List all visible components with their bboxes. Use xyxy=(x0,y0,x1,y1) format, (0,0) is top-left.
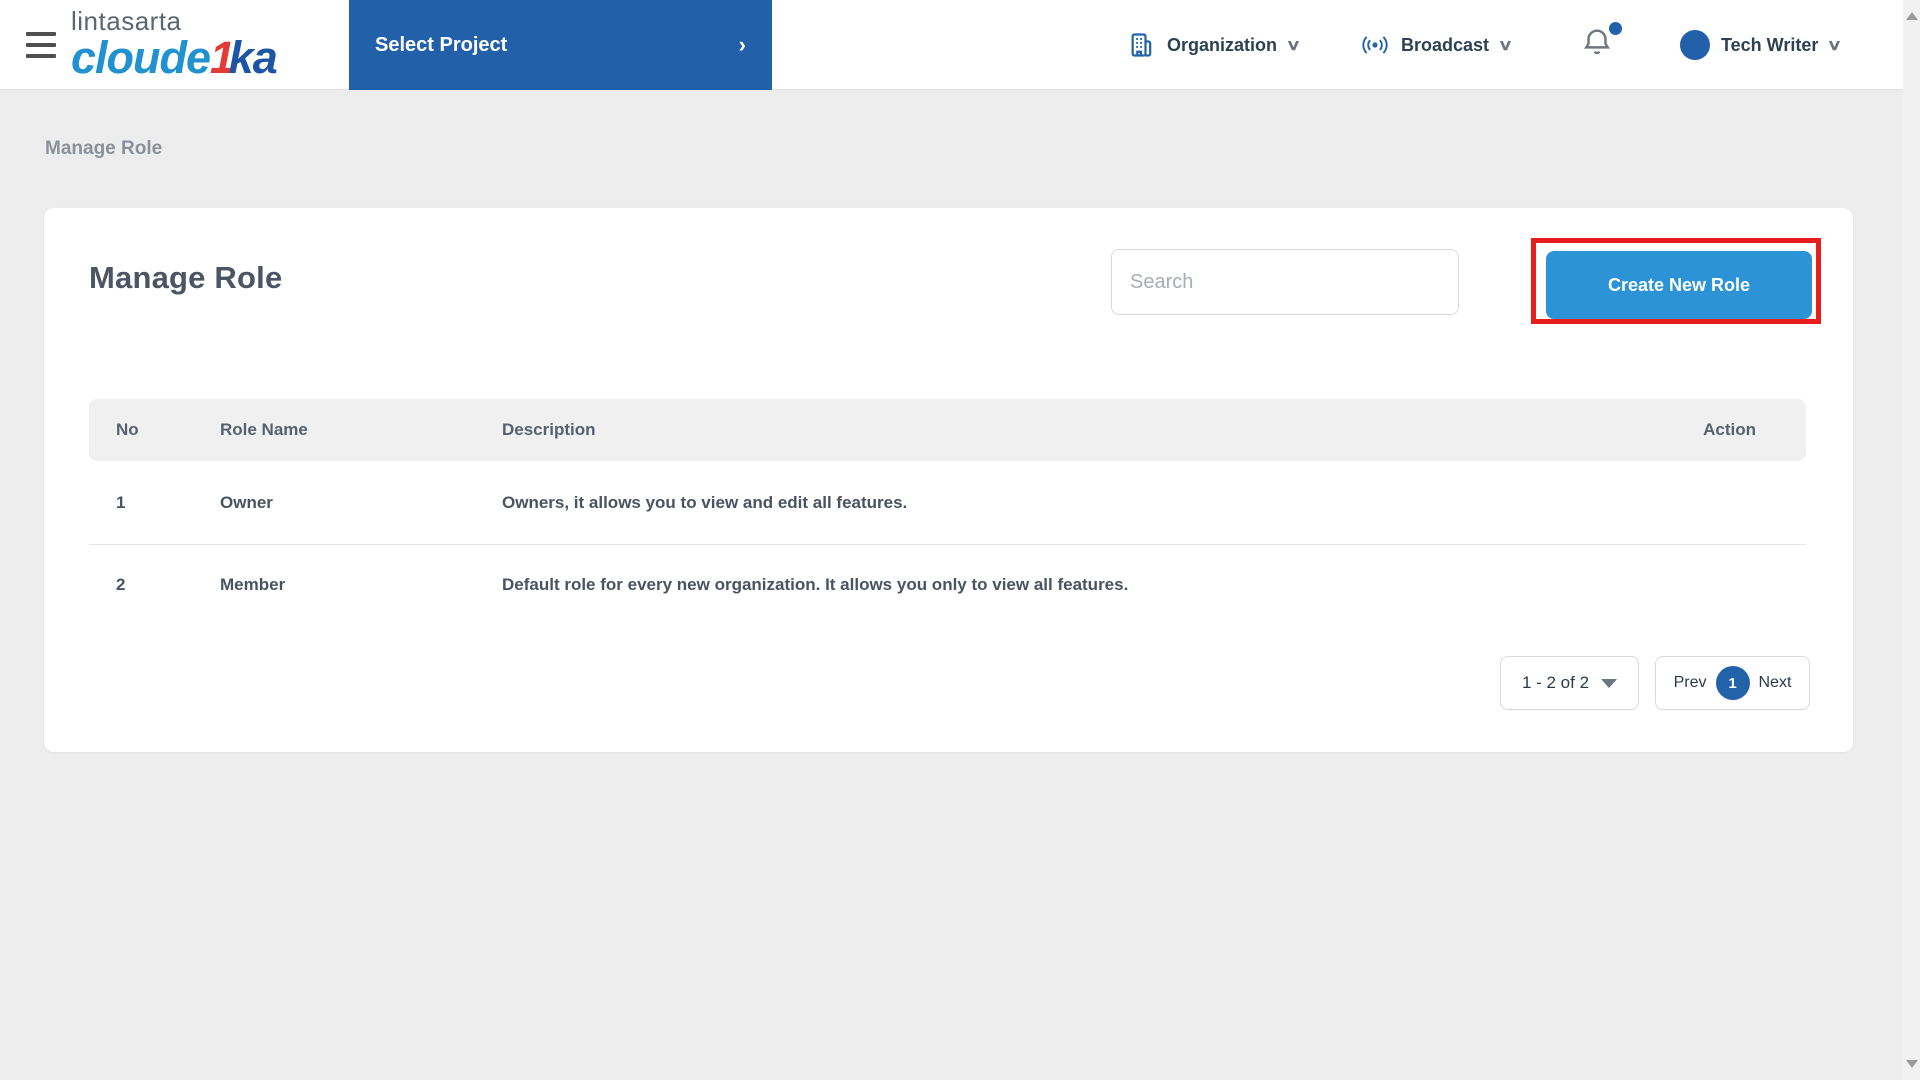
pager: Prev 1 Next xyxy=(1655,656,1810,710)
column-header-action: Action xyxy=(1656,420,1806,440)
manage-role-card: Manage Role Create New Role No Role Name… xyxy=(44,208,1853,752)
chevron-down-icon: ∨ xyxy=(1286,36,1301,54)
cell-role-name: Member xyxy=(220,575,502,595)
notification-indicator-dot xyxy=(1609,22,1622,35)
table-header-row: No Role Name Description Action xyxy=(89,399,1806,461)
user-name: Tech Writer xyxy=(1721,35,1818,56)
next-page-button[interactable]: Next xyxy=(1759,674,1792,692)
current-page-button[interactable]: 1 xyxy=(1716,666,1750,700)
page-title: Manage Role xyxy=(89,260,282,296)
user-menu[interactable]: Tech Writer ∨ xyxy=(1680,0,1840,90)
brand-cloudeka: cloude1ka xyxy=(71,35,277,80)
cell-no: 2 xyxy=(116,575,220,595)
cell-description: Default role for every new organization.… xyxy=(502,575,1656,595)
search-input[interactable] xyxy=(1111,249,1459,315)
dropdown-triangle-icon xyxy=(1601,679,1617,688)
red-highlight-annotation: Create New Role xyxy=(1531,238,1821,324)
select-project-label: Select Project xyxy=(375,34,507,57)
page-range-dropdown[interactable]: 1 - 2 of 2 xyxy=(1500,656,1639,710)
roles-table: No Role Name Description Action 1 Owner … xyxy=(89,399,1806,625)
breadcrumb: Manage Role xyxy=(45,138,162,160)
select-project-button[interactable]: Select Project › xyxy=(349,0,772,90)
chevron-down-icon: ∨ xyxy=(1498,36,1513,54)
user-avatar xyxy=(1680,30,1710,60)
chevron-down-icon: ∨ xyxy=(1827,36,1842,54)
cell-description: Owners, it allows you to view and edit a… xyxy=(502,493,1656,513)
organization-dropdown[interactable]: Organization ∨ xyxy=(1128,0,1299,90)
broadcast-dropdown[interactable]: Broadcast ∨ xyxy=(1360,0,1511,90)
page-range-label: 1 - 2 of 2 xyxy=(1522,673,1589,693)
hamburger-menu-icon[interactable] xyxy=(26,32,56,58)
notification-bell-button[interactable] xyxy=(1580,24,1624,68)
scroll-up-arrow-icon[interactable] xyxy=(1906,12,1918,20)
top-header: lintasarta cloude1ka Select Project › Or… xyxy=(0,0,1903,90)
cell-no: 1 xyxy=(116,493,220,513)
column-header-description: Description xyxy=(502,420,1656,440)
organization-label: Organization xyxy=(1167,35,1277,56)
broadcast-icon xyxy=(1360,31,1390,59)
vertical-scrollbar[interactable] xyxy=(1903,0,1920,1080)
column-header-no: No xyxy=(116,420,220,440)
column-header-role-name: Role Name xyxy=(220,420,502,440)
chevron-right-icon: › xyxy=(739,32,746,58)
table-row: 2 Member Default role for every new orga… xyxy=(89,545,1806,625)
broadcast-label: Broadcast xyxy=(1401,35,1489,56)
cell-role-name: Owner xyxy=(220,493,502,513)
brand-logo: lintasarta cloude1ka xyxy=(71,8,277,80)
create-new-role-button[interactable]: Create New Role xyxy=(1546,251,1812,319)
prev-page-button[interactable]: Prev xyxy=(1674,674,1707,692)
table-row: 1 Owner Owners, it allows you to view an… xyxy=(89,461,1806,545)
organization-building-icon xyxy=(1128,31,1156,59)
scroll-down-arrow-icon[interactable] xyxy=(1906,1060,1918,1068)
